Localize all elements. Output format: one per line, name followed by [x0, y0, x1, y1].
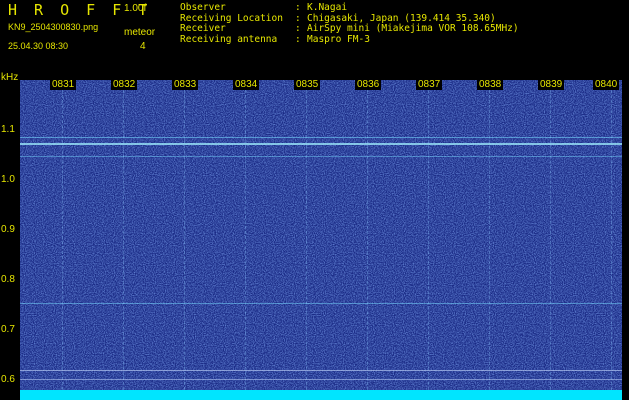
info-label: Receiver — [180, 23, 226, 34]
time-label: 0831 — [50, 80, 77, 90]
info-separator: : — [295, 33, 301, 45]
info-separator: : — [295, 2, 301, 13]
time-gridline — [428, 80, 429, 400]
time-gridline — [62, 80, 63, 400]
time-gridline — [306, 80, 307, 400]
carrier-line — [20, 379, 622, 380]
event-count: 4 — [140, 41, 146, 52]
time-label: 0837 — [416, 80, 443, 90]
info-value: Maspro FM-3 — [307, 33, 370, 45]
time-label: 0834 — [233, 80, 260, 90]
info-value: K.Nagai — [307, 2, 348, 13]
timestamp: 25.04.30 08:30 — [8, 41, 69, 51]
y-tick-label: 0.8 — [1, 274, 15, 285]
right-margin — [622, 80, 629, 400]
y-tick-label: 0.9 — [1, 224, 15, 235]
time-label: 0840 — [593, 80, 620, 90]
y-tick-label: 1.1 — [1, 124, 15, 135]
time-label: 0839 — [538, 80, 565, 90]
time-gridline — [550, 80, 551, 400]
time-label: 0838 — [477, 80, 504, 90]
time-gridline — [184, 80, 185, 400]
time-label: 0836 — [355, 80, 382, 90]
header-panel: H R O F F T 1.00f KN9_2504300830.png met… — [0, 0, 629, 80]
info-label: Receiving antenna — [180, 33, 278, 45]
time-gridline — [611, 80, 612, 400]
info-row-observer: Observer : K.Nagai — [180, 2, 519, 14]
version-label: 1.00f — [124, 3, 147, 14]
mode-label: meteor — [124, 27, 156, 38]
info-value: AirSpy mini (Miakejima VOR 108.65MHz) — [307, 23, 519, 34]
carrier-line — [20, 156, 622, 157]
time-gridline — [367, 80, 368, 400]
time-gridline — [123, 80, 124, 400]
info-separator: : — [295, 23, 301, 34]
y-axis: 1.1 1.0 0.9 0.8 0.7 0.6 — [0, 80, 20, 400]
file-name: KN9_2504300830.png — [8, 22, 99, 32]
time-label: 0833 — [172, 80, 199, 90]
y-tick-label: 1.0 — [1, 174, 15, 185]
info-label: Observer — [180, 2, 226, 13]
signal-baseline — [20, 390, 622, 400]
y-tick-label: 0.6 — [1, 374, 15, 385]
y-unit-label: kHz — [1, 72, 19, 83]
station-info: Observer : K.Nagai Receiving Location : … — [180, 2, 519, 46]
spectrogram-noise — [20, 80, 622, 400]
time-label: 0835 — [294, 80, 321, 90]
time-gridline — [245, 80, 246, 400]
carrier-line — [20, 303, 622, 304]
time-label: 0832 — [111, 80, 138, 90]
carrier-line — [20, 137, 622, 138]
info-row-receiver: Receiver : AirSpy mini (Miakejima VOR 10… — [180, 23, 519, 35]
carrier-line — [20, 370, 622, 371]
y-tick-label: 0.7 — [1, 324, 15, 335]
carrier-line — [20, 143, 622, 145]
info-row-antenna: Receiving antenna : Maspro FM-3 — [180, 33, 519, 46]
time-gridline — [489, 80, 490, 400]
spectrogram: 0831 0832 0833 0834 0835 0836 0837 0838 … — [20, 80, 622, 400]
